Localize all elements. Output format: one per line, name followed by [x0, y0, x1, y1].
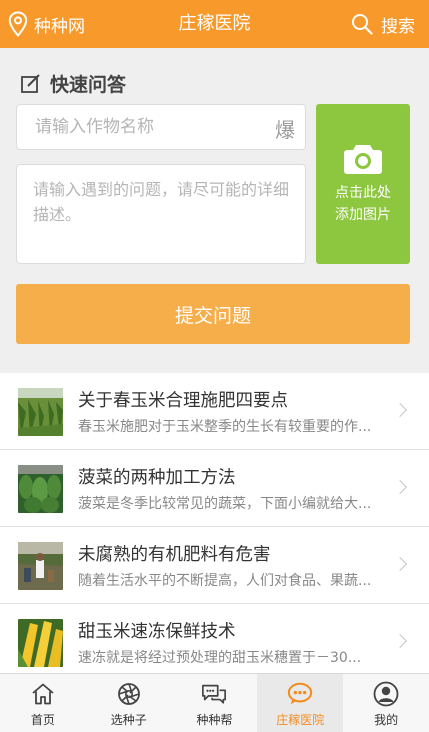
- add-photo-label-2: 添加图片: [335, 207, 391, 223]
- article-summary: 春玉米施肥对于玉米整季的生长有较重要的作...: [78, 419, 372, 435]
- crop-name-field[interactable]: 爆: [16, 104, 306, 150]
- corn-field-thumbnail: [18, 388, 63, 436]
- nav-choose-seeds[interactable]: 选种子: [86, 674, 172, 732]
- brand-name: 种种网: [34, 16, 85, 37]
- nav-label: 庄稼医院: [276, 713, 325, 727]
- article-title: 甜玉米速冻保鲜技术: [78, 622, 236, 642]
- article-summary: 随着生活水平的不断提高，人们对食品、果蔬...: [78, 573, 372, 589]
- nav-crop-hospital[interactable]: 庄稼医院: [257, 674, 344, 732]
- article-list: 关于春玉米合理施肥四要点 春玉米施肥对于玉米整季的生长有较重要的作... 菠菜的…: [0, 373, 429, 682]
- article-title: 菠菜的两种加工方法: [78, 468, 236, 488]
- home-icon: [30, 681, 56, 707]
- problem-description-input[interactable]: [17, 165, 305, 263]
- nav-community[interactable]: 种种帮: [172, 674, 258, 732]
- nav-home[interactable]: 首页: [0, 674, 86, 732]
- nav-label: 首页: [30, 713, 55, 727]
- article-title: 未腐熟的有机肥料有危害: [78, 545, 271, 565]
- camera-icon: [344, 145, 382, 174]
- nav-label: 选种子: [110, 713, 147, 727]
- nav-profile[interactable]: 我的: [343, 674, 429, 732]
- search-button[interactable]: 搜索: [351, 0, 415, 48]
- article-summary: 菠菜是冬季比较常见的蔬菜，下面小编就给大...: [78, 496, 372, 512]
- problem-description-field[interactable]: [16, 164, 306, 264]
- chevron-right-icon: [392, 556, 408, 572]
- top-bar: 种种网 庄稼医院 搜索: [0, 0, 429, 48]
- crop-name-input[interactable]: [17, 105, 257, 149]
- search-icon: [352, 14, 373, 35]
- chat-bubbles-icon: [201, 681, 227, 707]
- chevron-right-icon: [392, 479, 408, 495]
- message-dots-icon: [287, 681, 313, 707]
- article-title: 关于春玉米合理施肥四要点: [78, 391, 288, 411]
- farmer-field-thumbnail: [18, 542, 63, 590]
- spinach-thumbnail: [18, 465, 63, 513]
- list-item[interactable]: 未腐熟的有机肥料有危害 随着生活水平的不断提高，人们对食品、果蔬...: [0, 527, 429, 604]
- list-item[interactable]: 关于春玉米合理施肥四要点 春玉米施肥对于玉米整季的生长有较重要的作...: [0, 373, 429, 450]
- nav-label: 我的: [374, 713, 399, 727]
- aperture-icon: [116, 681, 142, 707]
- list-item[interactable]: 菠菜的两种加工方法 菠菜是冬季比较常见的蔬菜，下面小编就给大...: [0, 450, 429, 527]
- qa-heading-text: 快速问答: [50, 74, 127, 96]
- sweet-corn-thumbnail: [18, 619, 63, 667]
- quick-qa-section: 快速问答 爆 点击此处 添加图片 提交问题: [0, 48, 429, 373]
- user-icon: [373, 681, 399, 707]
- qa-heading: 快速问答: [20, 70, 126, 97]
- article-summary: 速冻就是将经过预处理的甜玉米穗置于－30...: [78, 650, 362, 666]
- bottom-nav: 首页 选种子 种种帮 庄稼医院 我的: [0, 673, 429, 732]
- submit-question-button[interactable]: 提交问题: [16, 284, 410, 344]
- list-item[interactable]: 甜玉米速冻保鲜技术 速冻就是将经过预处理的甜玉米穗置于－30...: [0, 604, 429, 682]
- chevron-right-icon: [392, 402, 408, 418]
- add-photo-button[interactable]: 点击此处 添加图片: [316, 104, 410, 264]
- search-label: 搜索: [381, 16, 415, 37]
- chevron-right-icon: [392, 633, 408, 649]
- edit-icon: [21, 73, 40, 93]
- add-photo-label-1: 点击此处: [335, 185, 391, 201]
- voice-input-icon[interactable]: 爆: [275, 114, 295, 143]
- nav-label: 种种帮: [196, 713, 233, 727]
- location-pin-icon: [8, 11, 28, 37]
- location-brand[interactable]: 种种网: [8, 0, 85, 48]
